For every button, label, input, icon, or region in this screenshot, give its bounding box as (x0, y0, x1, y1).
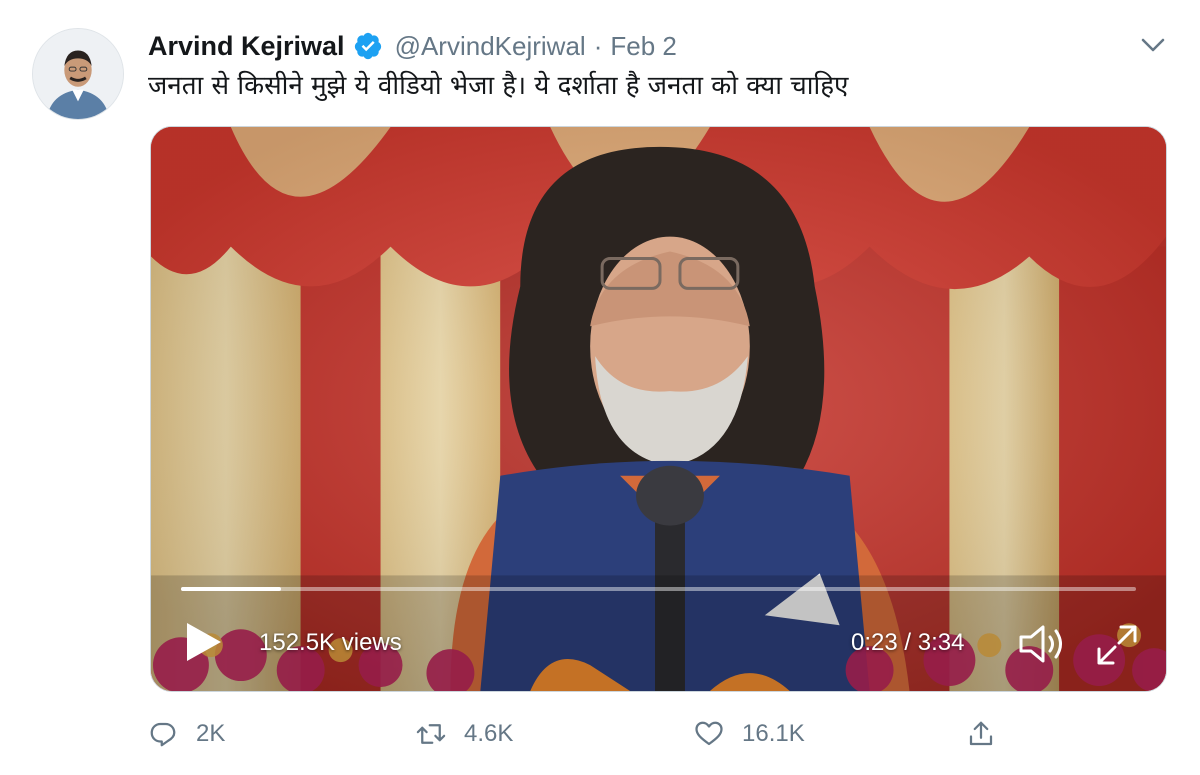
video-views: 152.5K views (259, 629, 402, 656)
play-icon[interactable] (183, 621, 223, 663)
heart-icon (695, 721, 723, 746)
video-player[interactable]: 152.5K views 0:23 / 3:34 (150, 126, 1167, 692)
tweet-actions: 2K 4.6K 16.1K (148, 712, 1008, 756)
author-name[interactable]: Arvind Kejriwal (148, 31, 345, 62)
volume-icon[interactable] (1017, 623, 1069, 665)
reply-button[interactable]: 2K (148, 712, 225, 756)
retweet-icon (416, 724, 446, 744)
verified-badge-icon (354, 32, 381, 60)
like-button[interactable]: 16.1K (694, 712, 805, 756)
reply-icon (150, 722, 176, 747)
fullscreen-icon[interactable] (1095, 623, 1139, 667)
retweet-count: 4.6K (464, 720, 514, 747)
retweet-button[interactable]: 4.6K (416, 712, 513, 756)
video-progress-fill (181, 587, 282, 591)
reply-count: 2K (196, 720, 226, 747)
video-progress-bar[interactable] (181, 587, 1136, 591)
video-frame (151, 127, 1166, 691)
like-count: 16.1K (742, 720, 805, 747)
chevron-down-icon[interactable] (1138, 30, 1168, 60)
author-handle[interactable]: @ArvindKejriwal (395, 31, 586, 62)
video-controls: 152.5K views 0:23 / 3:34 (151, 617, 1166, 677)
header-separator: · (593, 30, 603, 61)
author-avatar[interactable] (32, 28, 124, 120)
video-time: 0:23 / 3:34 (851, 629, 965, 656)
tweet-date[interactable]: Feb 2 (610, 31, 677, 62)
tweet-header: Arvind Kejriwal @ArvindKejriwal · Feb 2 (148, 26, 677, 66)
tweet-text: जनता से किसीने मुझे ये वीडियो भेजा है। य… (148, 71, 849, 101)
tweet-card[interactable]: Arvind Kejriwal @ArvindKejriwal · Feb 2 … (0, 0, 1200, 775)
share-icon (969, 721, 993, 746)
share-button[interactable] (966, 712, 996, 756)
